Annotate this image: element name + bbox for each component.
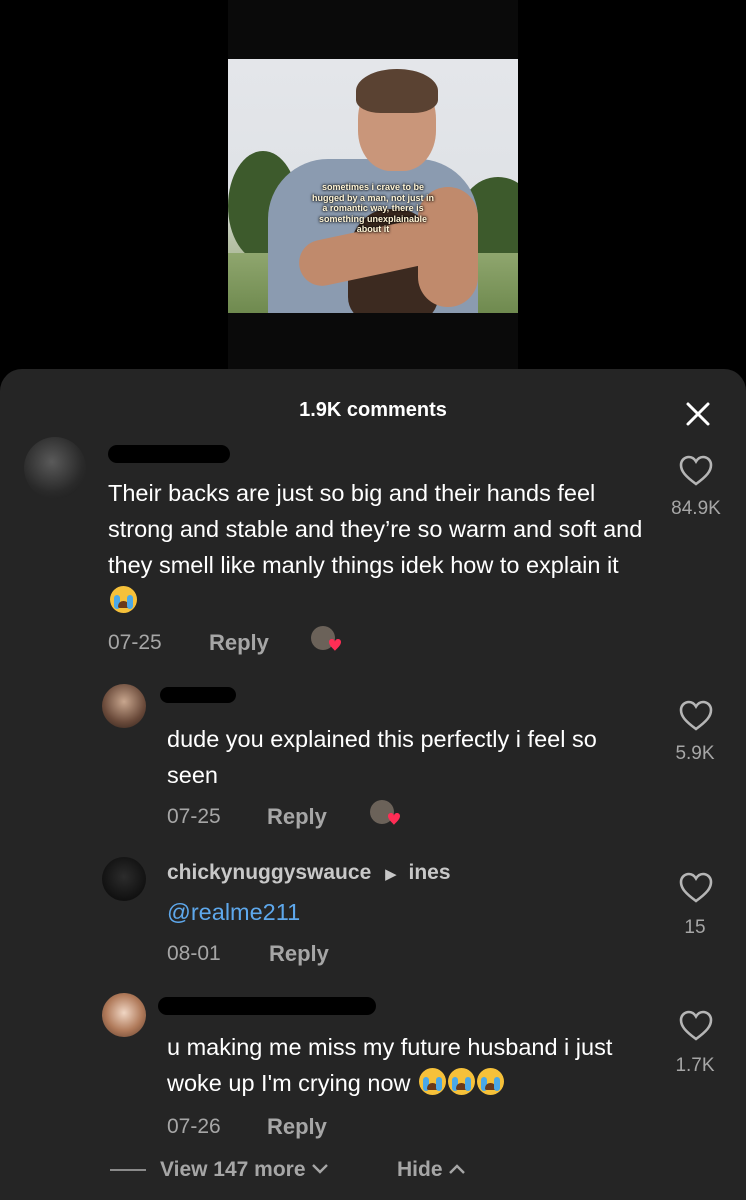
redacted-username <box>108 445 230 463</box>
heart-outline-icon[interactable] <box>679 455 713 487</box>
comment-date: 07-26 <box>167 1115 221 1138</box>
video-area[interactable]: sometimes i crave to be hugged by a man,… <box>0 0 746 380</box>
comment-username[interactable]: chickynuggyswauce ▶ ines <box>167 861 451 885</box>
avatar[interactable] <box>102 857 146 901</box>
hide-replies-button[interactable]: Hide <box>397 1158 466 1182</box>
reply-button[interactable]: Reply <box>267 804 327 830</box>
mention-link[interactable]: @realme211 <box>167 894 300 930</box>
comments-sheet: 1.9K comments Their backs are just so bi… <box>0 369 746 1200</box>
like-count: 1.7K <box>675 1055 715 1076</box>
caret-right-icon: ▶ <box>385 866 397 883</box>
comments-count-title: 1.9K comments <box>299 399 447 421</box>
comment-text: dude you explained this perfectly i feel… <box>167 726 597 788</box>
heart-outline-icon[interactable] <box>679 1010 713 1042</box>
crying-emoji-icon <box>419 1068 447 1095</box>
crying-emoji-icon <box>110 586 137 613</box>
username-text: chickynuggyswauce <box>167 861 372 884</box>
comment-date: 08-01 <box>167 942 221 965</box>
video-thumbnail[interactable]: sometimes i crave to be hugged by a man,… <box>228 59 518 313</box>
video-caption: sometimes i crave to be hugged by a man,… <box>312 182 435 234</box>
hide-label: Hide <box>397 1158 443 1181</box>
man-hair-shape <box>356 69 438 113</box>
avatar[interactable] <box>24 437 86 499</box>
chevron-down-icon <box>312 1164 329 1174</box>
avatar[interactable] <box>102 684 146 728</box>
comment-text-content: u making me miss my future husband i jus… <box>167 1034 613 1096</box>
creator-liked-icon <box>370 800 400 825</box>
creator-liked-icon <box>311 626 341 651</box>
redacted-username <box>160 687 236 703</box>
divider-line <box>110 1169 146 1171</box>
heart-outline-icon[interactable] <box>679 700 713 732</box>
close-icon[interactable] <box>685 401 711 427</box>
redacted-username <box>158 997 376 1015</box>
comment-date: 07-25 <box>108 631 162 654</box>
view-more-label: View 147 more <box>160 1158 306 1181</box>
like-count: 5.9K <box>675 743 715 764</box>
comment-text-content: Their backs are just so big and their ha… <box>108 480 643 578</box>
reply-button[interactable]: Reply <box>269 941 329 967</box>
reply-to-username: ines <box>408 861 451 884</box>
chevron-up-icon <box>449 1164 466 1174</box>
crying-emoji-icon <box>448 1068 476 1095</box>
view-more-replies-button[interactable]: View 147 more <box>160 1158 329 1182</box>
like-count: 84.9K <box>671 498 721 519</box>
like-count: 15 <box>684 917 706 938</box>
comment-text: u making me miss my future husband i jus… <box>167 1029 652 1101</box>
reply-button[interactable]: Reply <box>267 1114 327 1140</box>
avatar[interactable] <box>102 993 146 1037</box>
comment-date: 07-25 <box>167 805 221 828</box>
crying-emoji-icon <box>477 1068 505 1095</box>
reply-button[interactable]: Reply <box>209 630 269 656</box>
comment-text: Their backs are just so big and their ha… <box>108 475 653 619</box>
heart-outline-icon[interactable] <box>679 872 713 904</box>
